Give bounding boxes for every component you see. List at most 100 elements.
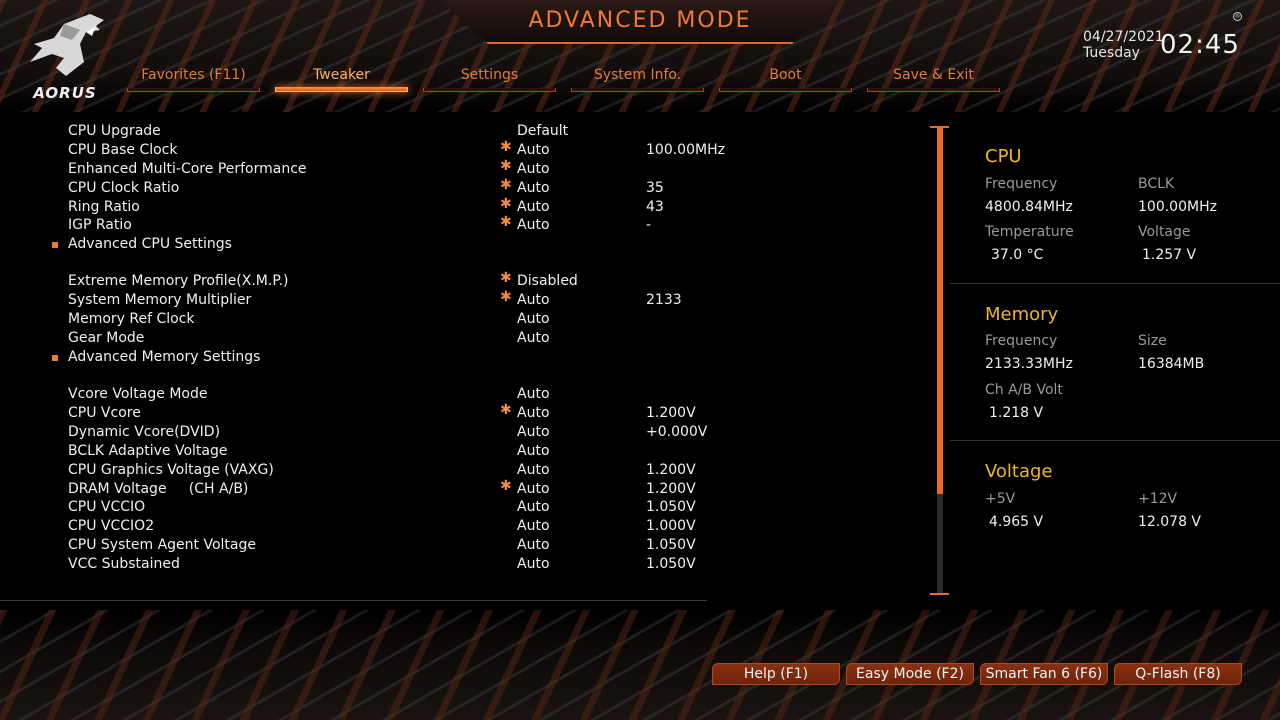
setting-row[interactable]: CPU VCCIO2 Auto 1.000V	[0, 518, 720, 537]
current-reading: 2133	[646, 292, 682, 308]
setting-label: Extreme Memory Profile(X.M.P.)	[68, 273, 289, 289]
setting-row[interactable]: DRAM Voltage (CH A/B) ✱ Auto 1.200V	[0, 478, 720, 500]
current-reading: 1.200V	[646, 462, 696, 478]
modified-star-icon: ✱	[500, 270, 512, 286]
setting-row[interactable]: CPU Clock Ratio ✱ Auto 35	[0, 177, 720, 199]
setting-label: Advanced Memory Settings	[68, 349, 261, 365]
tab-settings[interactable]: Settings	[423, 66, 556, 92]
submenu-bullet-icon	[52, 242, 58, 248]
setting-row[interactable]: Vcore Voltage Mode Auto	[0, 386, 720, 405]
modified-star-icon: ✱	[500, 196, 512, 212]
setting-label: Enhanced Multi-Core Performance	[68, 161, 307, 177]
cpu-temperature-value: 37.0 °C	[991, 247, 1044, 263]
qflash-button[interactable]: Q-Flash (F8)	[1114, 663, 1242, 685]
current-reading: +0.000V	[646, 424, 708, 440]
setting-label: IGP Ratio	[68, 217, 132, 233]
setting-label: CPU Upgrade	[68, 123, 161, 139]
setting-label: CPU Vcore	[68, 405, 141, 421]
setting-row[interactable]: System Memory Multiplier ✱ Auto 2133	[0, 289, 720, 311]
setting-row[interactable]: CPU Graphics Voltage (VAXG) Auto 1.200V	[0, 462, 720, 481]
current-reading: 35	[646, 180, 664, 196]
setting-row[interactable]: Gear Mode Auto	[0, 330, 720, 349]
setting-value[interactable]: Auto	[517, 161, 550, 177]
setting-label: CPU Clock Ratio	[68, 180, 180, 196]
registered-mark-icon: ®	[1233, 12, 1242, 21]
setting-row[interactable]: CPU Upgrade Default	[0, 123, 720, 142]
submenu-item[interactable]: Advanced CPU Settings	[0, 236, 720, 255]
date-display: 04/27/2021 Tuesday	[1083, 29, 1164, 61]
modified-star-icon: ✱	[500, 214, 512, 230]
tab-label: Settings	[460, 67, 519, 83]
cpu-temperature-label: Temperature	[985, 224, 1074, 240]
modified-star-icon: ✱	[500, 478, 512, 494]
setting-value[interactable]: Auto	[517, 518, 550, 534]
help-button[interactable]: Help (F1)	[712, 663, 840, 685]
setting-label: Vcore Voltage Mode	[68, 386, 208, 402]
setting-value[interactable]: Auto	[517, 199, 550, 215]
current-reading: 1.200V	[646, 405, 696, 421]
setting-value[interactable]: Auto	[517, 180, 550, 196]
setting-row[interactable]: Ring Ratio ✱ Auto 43	[0, 196, 720, 218]
memory-size-value: 16384MB	[1138, 356, 1205, 372]
setting-label: BCLK Adaptive Voltage	[68, 443, 228, 459]
tab-underline	[571, 88, 704, 92]
setting-value[interactable]: Auto	[517, 556, 550, 572]
setting-value[interactable]: Auto	[517, 462, 550, 478]
setting-value[interactable]: Auto	[517, 386, 550, 402]
setting-row[interactable]: Dynamic Vcore(DVID) Auto +0.000V	[0, 424, 720, 443]
tab-favorites[interactable]: Favorites (F11)	[127, 66, 260, 92]
setting-row[interactable]: CPU Base Clock ✱ Auto 100.00MHz	[0, 139, 725, 161]
setting-value[interactable]: Auto	[517, 311, 550, 327]
date-text: 04/27/2021	[1083, 29, 1164, 45]
voltage-section-title: Voltage	[985, 461, 1053, 482]
setting-row[interactable]: IGP Ratio ✱ Auto -	[0, 214, 720, 236]
setting-value[interactable]: Auto	[517, 142, 550, 158]
current-reading: 1.050V	[646, 537, 696, 553]
setting-label: Dynamic Vcore(DVID)	[68, 424, 221, 440]
setting-row[interactable]: Extreme Memory Profile(X.M.P.) ✱ Disabled	[0, 270, 720, 292]
setting-label: Advanced CPU Settings	[68, 236, 232, 252]
setting-row[interactable]: CPU VCCIO Auto 1.050V	[0, 499, 720, 518]
setting-value[interactable]: Auto	[517, 330, 550, 346]
current-reading: 100.00MHz	[646, 142, 725, 158]
smart-fan-button[interactable]: Smart Fan 6 (F6)	[980, 663, 1108, 685]
setting-row[interactable]: CPU System Agent Voltage Auto 1.050V	[0, 537, 720, 556]
setting-value[interactable]: Auto	[517, 537, 550, 553]
aorus-logo: AORUS	[20, 10, 110, 105]
tab-underline	[127, 88, 260, 92]
easy-mode-button[interactable]: Easy Mode (F2)	[846, 663, 974, 685]
setting-row[interactable]: Enhanced Multi-Core Performance ✱ Auto	[0, 158, 720, 180]
setting-row[interactable]: VCC Substained Auto 1.050V	[0, 556, 720, 575]
setting-value[interactable]: Auto	[517, 443, 550, 459]
setting-value[interactable]: Auto	[517, 292, 550, 308]
setting-row[interactable]: Memory Ref Clock Auto	[0, 311, 720, 330]
current-reading: 1.200V	[646, 481, 696, 497]
setting-row[interactable]: CPU Vcore ✱ Auto 1.200V	[0, 402, 720, 424]
tab-tweaker[interactable]: Tweaker	[275, 66, 408, 92]
setting-label: System Memory Multiplier	[68, 292, 252, 308]
tab-label: System Info.	[593, 67, 682, 83]
setting-value[interactable]: Auto	[517, 499, 550, 515]
tab-label: Boot	[769, 67, 802, 83]
setting-row[interactable]: BCLK Adaptive Voltage Auto	[0, 443, 720, 462]
modified-star-icon: ✱	[500, 402, 512, 418]
submenu-item[interactable]: Advanced Memory Settings	[0, 349, 720, 368]
modified-star-icon: ✱	[500, 289, 512, 305]
setting-value[interactable]: Auto	[517, 217, 550, 233]
tab-system-info[interactable]: System Info.	[571, 66, 704, 92]
tab-save-exit[interactable]: Save & Exit	[867, 66, 1000, 92]
memory-volt-value: 1.218 V	[989, 405, 1044, 421]
scrollbar-thumb[interactable]	[937, 128, 943, 494]
submenu-bullet-icon	[52, 355, 58, 361]
setting-value[interactable]: Default	[517, 123, 568, 139]
page-title: ADVANCED MODE	[528, 8, 752, 33]
setting-value[interactable]: Disabled	[517, 273, 578, 289]
setting-value[interactable]: Auto	[517, 481, 550, 497]
tab-underline	[275, 87, 408, 92]
tab-boot[interactable]: Boot	[719, 66, 852, 92]
day-text: Tuesday	[1083, 45, 1140, 61]
setting-value[interactable]: Auto	[517, 424, 550, 440]
tab-label: Favorites (F11)	[141, 67, 246, 83]
setting-value[interactable]: Auto	[517, 405, 550, 421]
setting-label: CPU Graphics Voltage (VAXG)	[68, 462, 274, 478]
